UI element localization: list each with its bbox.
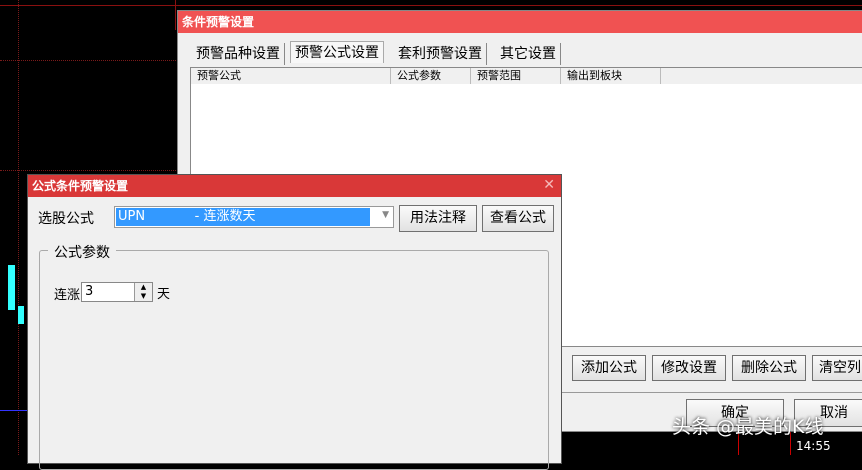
tab-arbitrage-alert[interactable]: 套利预警设置 <box>394 43 487 65</box>
close-icon[interactable]: ✕ <box>543 177 555 193</box>
chevron-down-icon[interactable]: ▼ <box>382 210 389 220</box>
watermark: 头条 @最美的K线 <box>672 416 824 438</box>
usage-notes-button[interactable]: 用法注释 <box>399 205 477 232</box>
column-header[interactable]: 预警公式 <box>191 68 391 84</box>
group-title: 公式参数 <box>48 242 116 262</box>
clear-list-button[interactable]: 清空列 <box>812 355 862 381</box>
param-value[interactable]: 3 <box>85 284 93 299</box>
formula-alert-dialog: 公式条件预警设置 ✕ 选股公式 UPN - 连涨数天 ▼ 用法注释 查看公式 公… <box>27 174 562 470</box>
column-header[interactable]: 预警范围 <box>471 68 561 84</box>
param-unit: 天 <box>157 287 171 302</box>
tab-alert-stocks[interactable]: 预警品种设置 <box>192 43 285 65</box>
tab-alert-formula[interactable]: 预警公式设置 <box>290 41 384 63</box>
formula-select-value: UPN - 连涨数天 <box>116 208 370 226</box>
formula-select[interactable]: UPN - 连涨数天 ▼ <box>114 206 394 228</box>
candlestick <box>18 306 24 324</box>
spinner-arrows[interactable]: ▲ ▼ <box>134 283 152 301</box>
param-label: 连涨 <box>54 288 81 303</box>
param-spinner[interactable]: 3 ▲ ▼ <box>81 282 153 302</box>
time-label: 14:55 <box>796 439 831 453</box>
modify-settings-button[interactable]: 修改设置 <box>652 355 726 381</box>
formula-label: 选股公式 <box>38 211 94 227</box>
dialog-title: 公式条件预警设置 <box>28 175 561 197</box>
delete-formula-button[interactable]: 删除公式 <box>732 355 806 381</box>
dialog-title: 条件预警设置 <box>178 11 862 33</box>
column-header[interactable]: 输出到板块 <box>561 68 661 84</box>
candlestick <box>8 265 15 310</box>
tab-other-settings[interactable]: 其它设置 <box>496 43 561 65</box>
view-formula-button[interactable]: 查看公式 <box>482 205 554 232</box>
add-formula-button[interactable]: 添加公式 <box>572 355 646 381</box>
column-header[interactable]: 公式参数 <box>391 68 471 84</box>
